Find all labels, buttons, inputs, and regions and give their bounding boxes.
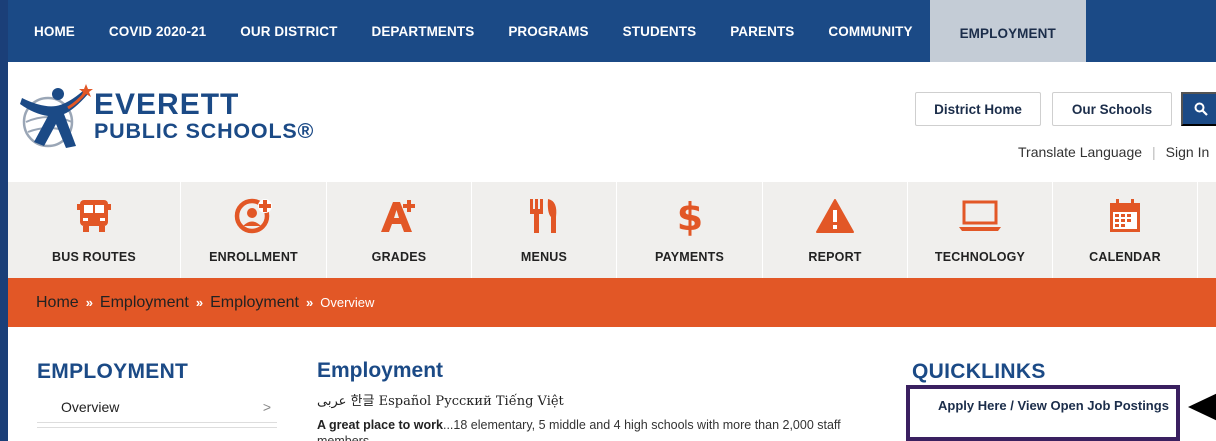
search-icon: [1194, 102, 1208, 116]
nav-home[interactable]: HOME: [8, 0, 92, 62]
nav-programs[interactable]: PROGRAMS: [491, 0, 605, 62]
tile-grades[interactable]: GRADES: [327, 182, 472, 278]
intro-bold: A great place to work: [317, 418, 443, 432]
nav-students[interactable]: STUDENTS: [606, 0, 714, 62]
search-button[interactable]: [1181, 92, 1216, 126]
tile-label: TECHNOLOGY: [934, 250, 1026, 264]
tile-menus[interactable]: MENUS: [472, 182, 617, 278]
logo-text-everett: EVERETT: [94, 88, 240, 121]
pointer-arrow-icon: [1188, 393, 1216, 421]
calendar-icon: [1101, 194, 1149, 238]
sidebar-item-overview[interactable]: Overview >: [37, 391, 277, 423]
utensils-icon: [520, 194, 568, 238]
tile-calendar[interactable]: CALENDAR: [1053, 182, 1198, 278]
lang-vietnamese[interactable]: Tiếng Việt: [496, 394, 564, 409]
logo-figure-icon: [20, 84, 93, 148]
district-home-button[interactable]: District Home: [915, 92, 1041, 126]
tile-technology[interactable]: TECHNOLOGY: [908, 182, 1053, 278]
lang-spanish[interactable]: Español: [379, 394, 432, 409]
sidebar-item-label: Overview: [61, 398, 120, 415]
nav-covid[interactable]: COVID 2020-21: [92, 0, 223, 62]
grade-icon: [375, 194, 423, 238]
header-links: Translate Language | Sign In: [1018, 144, 1209, 160]
nav-community[interactable]: COMMUNITY: [811, 0, 929, 62]
svg-text:$: $: [676, 196, 702, 236]
tile-label: GRADES: [371, 250, 427, 264]
apply-job-postings-link[interactable]: Apply Here / View Open Job Postings: [906, 385, 1180, 441]
breadcrumb-separator: »: [85, 295, 93, 310]
header-link-divider: |: [1152, 144, 1156, 160]
district-logo[interactable]: EVERETT PUBLIC SCHOOLS®: [18, 84, 338, 154]
quicklinks-title: QUICKLINKS: [912, 360, 1046, 383]
chevron-right-icon: >: [262, 398, 271, 415]
breadcrumb-employment-2[interactable]: Employment: [210, 294, 299, 312]
nav-employment[interactable]: EMPLOYMENT: [929, 0, 1086, 62]
tile-label: CALENDAR: [1089, 250, 1161, 264]
lang-korean[interactable]: 한글: [351, 394, 375, 409]
tile-bus-routes[interactable]: BUS ROUTES: [8, 182, 181, 278]
add-user-icon: [230, 194, 278, 238]
translate-language-link[interactable]: Translate Language: [1018, 144, 1142, 160]
top-nav: HOME COVID 2020-21 OUR DISTRICT DEPARTME…: [8, 0, 1216, 62]
lang-arabic[interactable]: عربى: [317, 394, 346, 409]
main-content: EMPLOYMENT Overview > Employment عربى 한글…: [8, 327, 1216, 441]
sidebar-title: EMPLOYMENT: [37, 360, 189, 383]
breadcrumb-current: Overview: [320, 295, 375, 310]
language-links: عربى 한글 Español Русский Tiếng Việt: [317, 390, 564, 409]
our-schools-button[interactable]: Our Schools: [1052, 92, 1172, 126]
logo-text-public-schools: PUBLIC SCHOOLS®: [94, 119, 315, 143]
sign-in-link[interactable]: Sign In: [1166, 144, 1210, 160]
lang-russian[interactable]: Русский: [435, 394, 491, 409]
dollar-icon: $: [666, 194, 714, 238]
page-title: Employment: [317, 359, 444, 382]
bus-icon: [70, 194, 118, 238]
breadcrumb-separator: »: [195, 295, 204, 310]
nav-departments[interactable]: DEPARTMENTS: [354, 0, 491, 62]
quick-icon-strip: BUS ROUTES ENROLLMENT GRADES MENUS $ PAY…: [8, 182, 1216, 278]
tile-overflow: [1198, 182, 1216, 278]
breadcrumb: Home » Employment » Employment » Overvie…: [8, 278, 1216, 327]
tile-label: MENUS: [520, 250, 568, 264]
site-header: EVERETT PUBLIC SCHOOLS® District Home Ou…: [8, 62, 1216, 182]
warning-icon: [811, 194, 859, 238]
breadcrumb-employment-1[interactable]: Employment: [100, 294, 189, 312]
nav-our-district[interactable]: OUR DISTRICT: [223, 0, 354, 62]
tile-label: ENROLLMENT: [209, 250, 298, 264]
sidebar-item-next[interactable]: [37, 427, 277, 441]
tile-payments[interactable]: $ PAYMENTS: [617, 182, 763, 278]
breadcrumb-home[interactable]: Home: [36, 294, 79, 312]
tile-enrollment[interactable]: ENROLLMENT: [181, 182, 327, 278]
intro-paragraph: A great place to work...18 elementary, 5…: [317, 417, 877, 441]
laptop-icon: [956, 194, 1004, 238]
tile-label: PAYMENTS: [655, 250, 724, 264]
tile-label: BUS ROUTES: [52, 250, 136, 264]
tile-report[interactable]: REPORT: [763, 182, 908, 278]
nav-parents[interactable]: PARENTS: [713, 0, 811, 62]
tile-label: REPORT: [808, 250, 862, 264]
breadcrumb-separator: »: [306, 295, 314, 310]
